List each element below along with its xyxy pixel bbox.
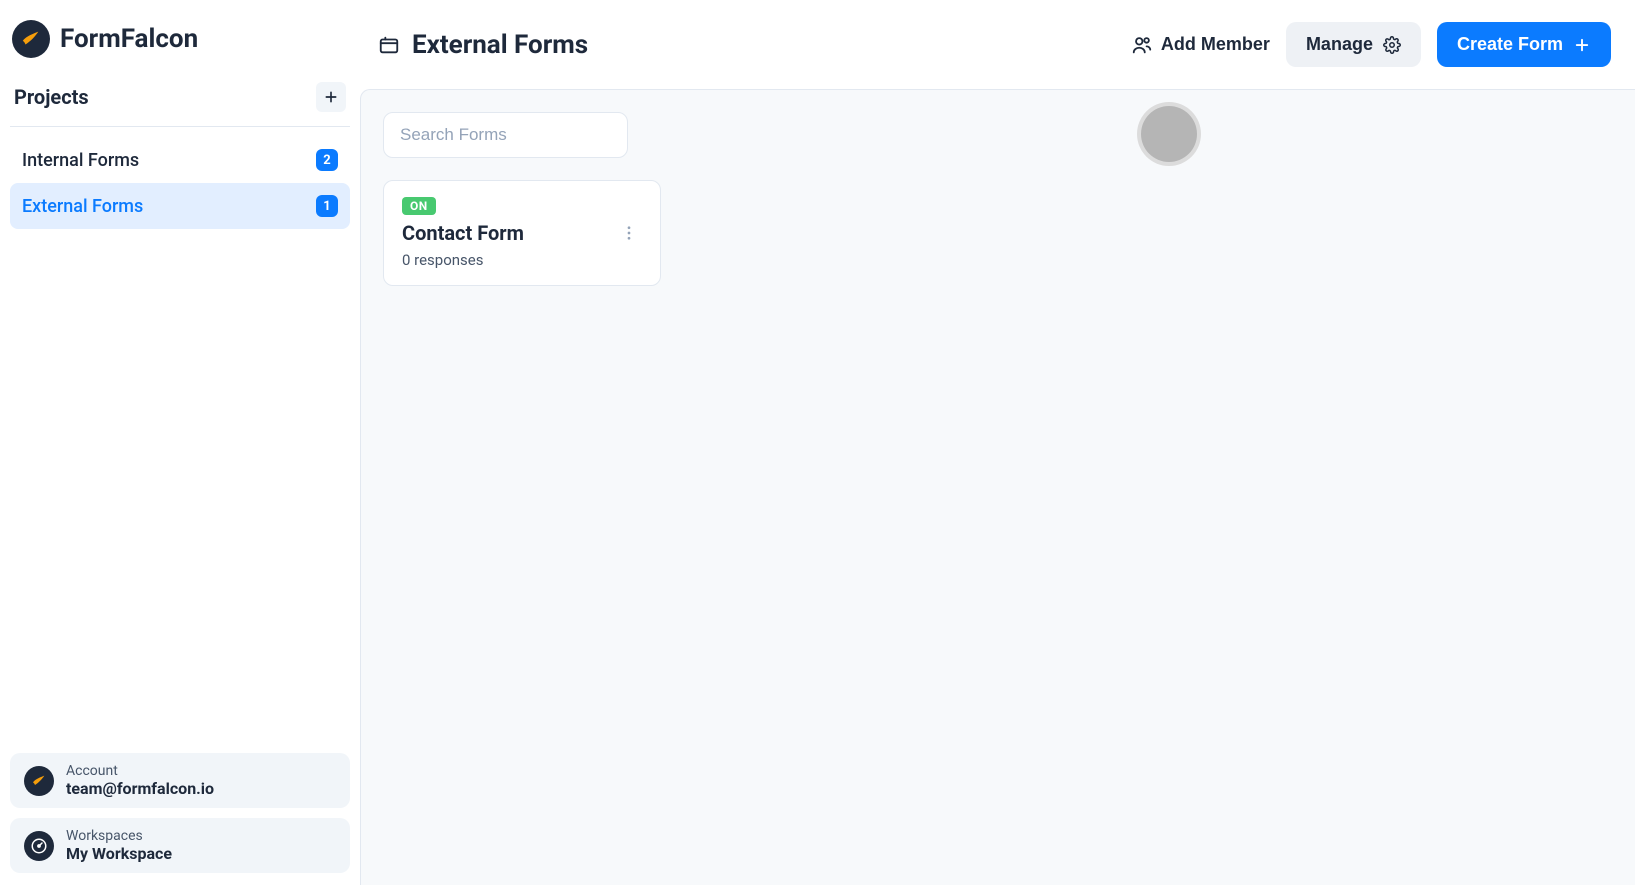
create-form-button[interactable]: Create Form <box>1437 22 1611 67</box>
main: External Forms Add Member Manage <box>360 0 1635 885</box>
gauge-icon <box>24 831 54 861</box>
brand[interactable]: FormFalcon <box>10 20 350 82</box>
forms-grid: ON Contact Form 0 responses <box>383 180 1613 286</box>
gear-icon <box>1383 36 1401 54</box>
project-name: Internal Forms <box>22 150 139 171</box>
dots-vertical-icon <box>620 224 638 242</box>
manage-label: Manage <box>1306 34 1373 55</box>
people-icon <box>1131 34 1153 56</box>
workspace-value: My Workspace <box>66 844 172 863</box>
add-member-label: Add Member <box>1161 34 1270 55</box>
status-badge: ON <box>402 197 436 215</box>
projects-title: Projects <box>14 85 89 109</box>
project-count-badge: 1 <box>316 195 338 217</box>
project-name: External Forms <box>22 196 143 217</box>
account-label: Account <box>66 763 214 779</box>
sidebar-item-internal-forms[interactable]: Internal Forms 2 <box>10 137 350 183</box>
add-project-button[interactable] <box>316 82 346 112</box>
brand-name: FormFalcon <box>60 24 198 54</box>
workspace-label: Workspaces <box>66 828 172 844</box>
page-title: External Forms <box>412 30 588 60</box>
form-responses: 0 responses <box>402 251 524 269</box>
account-logo-icon <box>24 766 54 796</box>
brand-logo-icon <box>12 20 50 58</box>
workspace-card[interactable]: Workspaces My Workspace <box>10 818 350 873</box>
form-title: Contact Form <box>402 221 524 245</box>
manage-button[interactable]: Manage <box>1286 22 1421 67</box>
page-title-wrap: External Forms <box>378 30 588 60</box>
add-member-button[interactable]: Add Member <box>1131 34 1270 56</box>
projects-list: Internal Forms 2 External Forms 1 <box>10 137 350 229</box>
sidebar: FormFalcon Projects Internal Forms 2 Ext… <box>0 0 360 885</box>
account-card[interactable]: Account team@formfalcon.io <box>10 753 350 808</box>
sidebar-item-external-forms[interactable]: External Forms 1 <box>10 183 350 229</box>
content-area: ON Contact Form 0 responses <box>360 89 1635 885</box>
projects-header: Projects <box>10 82 350 127</box>
folder-icon <box>378 34 400 56</box>
account-value: team@formfalcon.io <box>66 779 214 798</box>
plus-icon <box>1573 36 1591 54</box>
cursor-indicator <box>1141 106 1197 162</box>
form-menu-button[interactable] <box>616 224 642 242</box>
plus-icon <box>323 89 339 105</box>
project-count-badge: 2 <box>316 149 338 171</box>
topbar: External Forms Add Member Manage <box>360 0 1635 89</box>
search-input[interactable] <box>383 112 628 158</box>
form-card[interactable]: ON Contact Form 0 responses <box>383 180 661 286</box>
create-form-label: Create Form <box>1457 34 1563 55</box>
